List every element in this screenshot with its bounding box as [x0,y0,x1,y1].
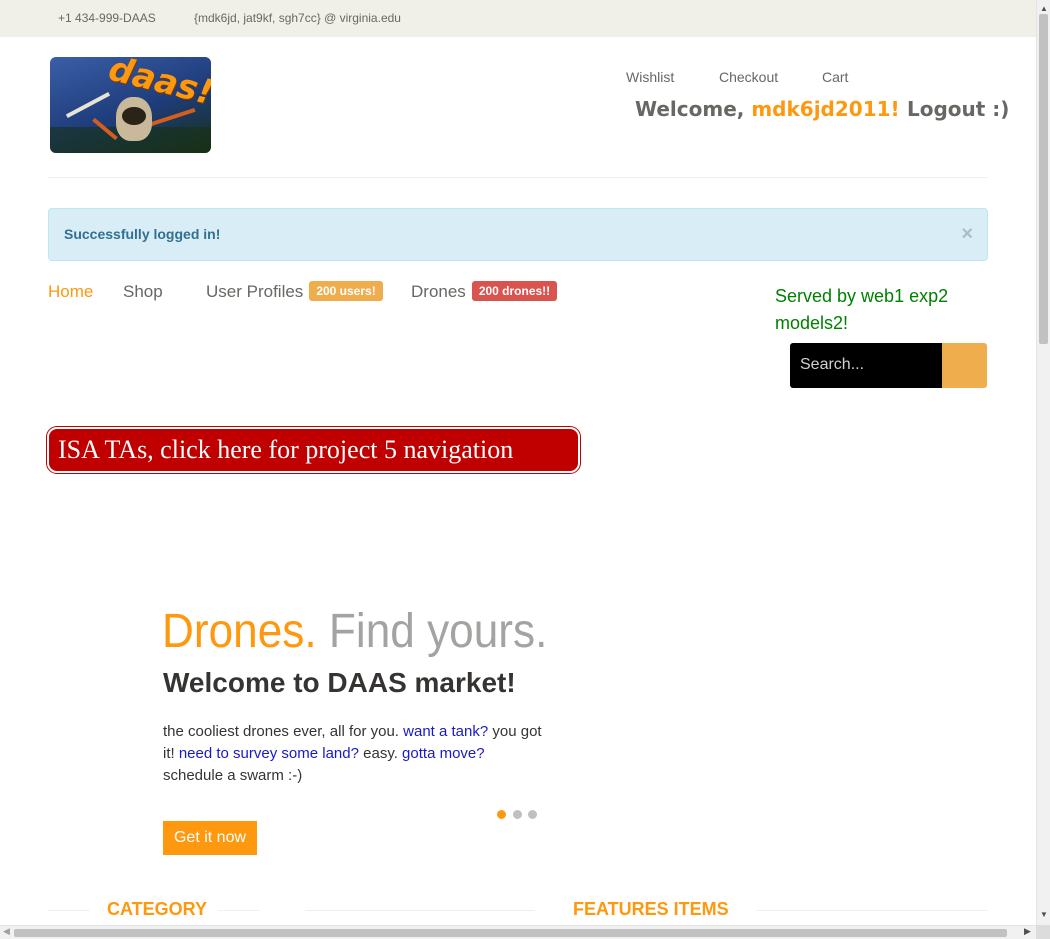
welcome-message: Welcome, mdk6jd2011! [635,97,900,121]
slider-description: the cooliest drones ever, all for you. w… [163,721,543,787]
contact-phone: +1 434-999-DAAS [58,11,156,25]
nav-user-profiles[interactable]: User Profiles 200 users! [206,280,383,303]
users-count-badge: 200 users! [309,280,383,301]
features-rule-right [756,910,988,911]
close-icon[interactable]: × [961,223,973,246]
desc-text: schedule a swarm :-) [163,767,303,784]
wishlist-link[interactable]: Wishlist [626,69,674,85]
search-input[interactable]: Search... [790,343,942,388]
checkout-link[interactable]: Checkout [719,69,778,85]
nav-home[interactable]: Home [48,282,93,302]
isa-navigation-button[interactable]: ISA TAs, click here for project 5 naviga… [47,427,580,506]
contact-email: {mdk6jd, jat9kf, sgh7cc} @ virginia.edu [194,11,401,25]
scroll-right-icon[interactable]: ▶ [1024,926,1031,937]
horizontal-scroll-thumb[interactable] [14,929,1007,937]
desc-text: easy. [358,745,403,762]
features-heading: FEATURES ITEMS [573,899,729,919]
username[interactable]: mdk6jd2011! [751,97,899,121]
top-bar: +1 434-999-DAAS {mdk6jd, jat9kf, sgh7cc}… [0,0,1036,37]
survey-link[interactable]: need to survey some land? [179,745,359,762]
drones-count-badge: 200 drones!! [471,280,558,301]
scrollbar-corner [1036,925,1050,939]
scroll-left-icon[interactable]: ◀ [3,926,10,937]
slider-headline: Drones. Find yours. [162,604,547,659]
vertical-scrollbar[interactable]: ▲ ▼ [1036,0,1050,925]
scroll-up-icon[interactable]: ▲ [1040,4,1048,13]
slide-indicator-3[interactable] [528,810,537,819]
welcome-prefix: Welcome, [635,97,752,121]
tank-link[interactable]: want a tank? [403,723,488,740]
slide-indicator-2[interactable] [513,810,522,819]
nav-shop[interactable]: Shop [123,282,163,302]
category-heading: CATEGORY [107,899,208,919]
search-button[interactable] [942,343,987,388]
site-logo[interactable]: daas! [50,57,211,153]
get-it-now-button[interactable]: Get it now [163,821,257,855]
alert-message: Successfully logged in! [64,226,221,242]
logo-propeller [65,91,111,119]
desc-text: the cooliest drones ever, all for you. [163,723,404,740]
cart-link[interactable]: Cart [822,69,848,85]
horizontal-scrollbar[interactable]: ◀ ▶ [0,925,1036,939]
logout-link[interactable]: Logout :) [907,97,1009,121]
logo-pug-face [122,107,146,125]
login-success-alert: Successfully logged in! × [48,208,988,261]
logo-propeller [150,107,196,127]
move-link[interactable]: gotta move? [402,745,485,762]
header-divider [48,177,988,178]
scroll-down-icon[interactable]: ▼ [1040,910,1048,919]
nav-drones[interactable]: Drones 200 drones!! [411,280,558,303]
headline-accent: Drones. [162,605,317,658]
headline-rest: Find yours. [328,605,548,658]
nav-user-profiles-label: User Profiles [206,282,304,301]
served-by-text: Served by web1 exp2 models2! [775,286,949,333]
features-rule-left [305,910,535,911]
slide-indicator-1[interactable] [497,810,506,819]
vertical-scroll-thumb[interactable] [1039,14,1048,344]
slider-subheading: Welcome to DAAS market! [163,667,516,698]
nav-drones-label: Drones [411,282,466,301]
category-rule-right [218,910,260,911]
category-rule-left [48,910,90,911]
